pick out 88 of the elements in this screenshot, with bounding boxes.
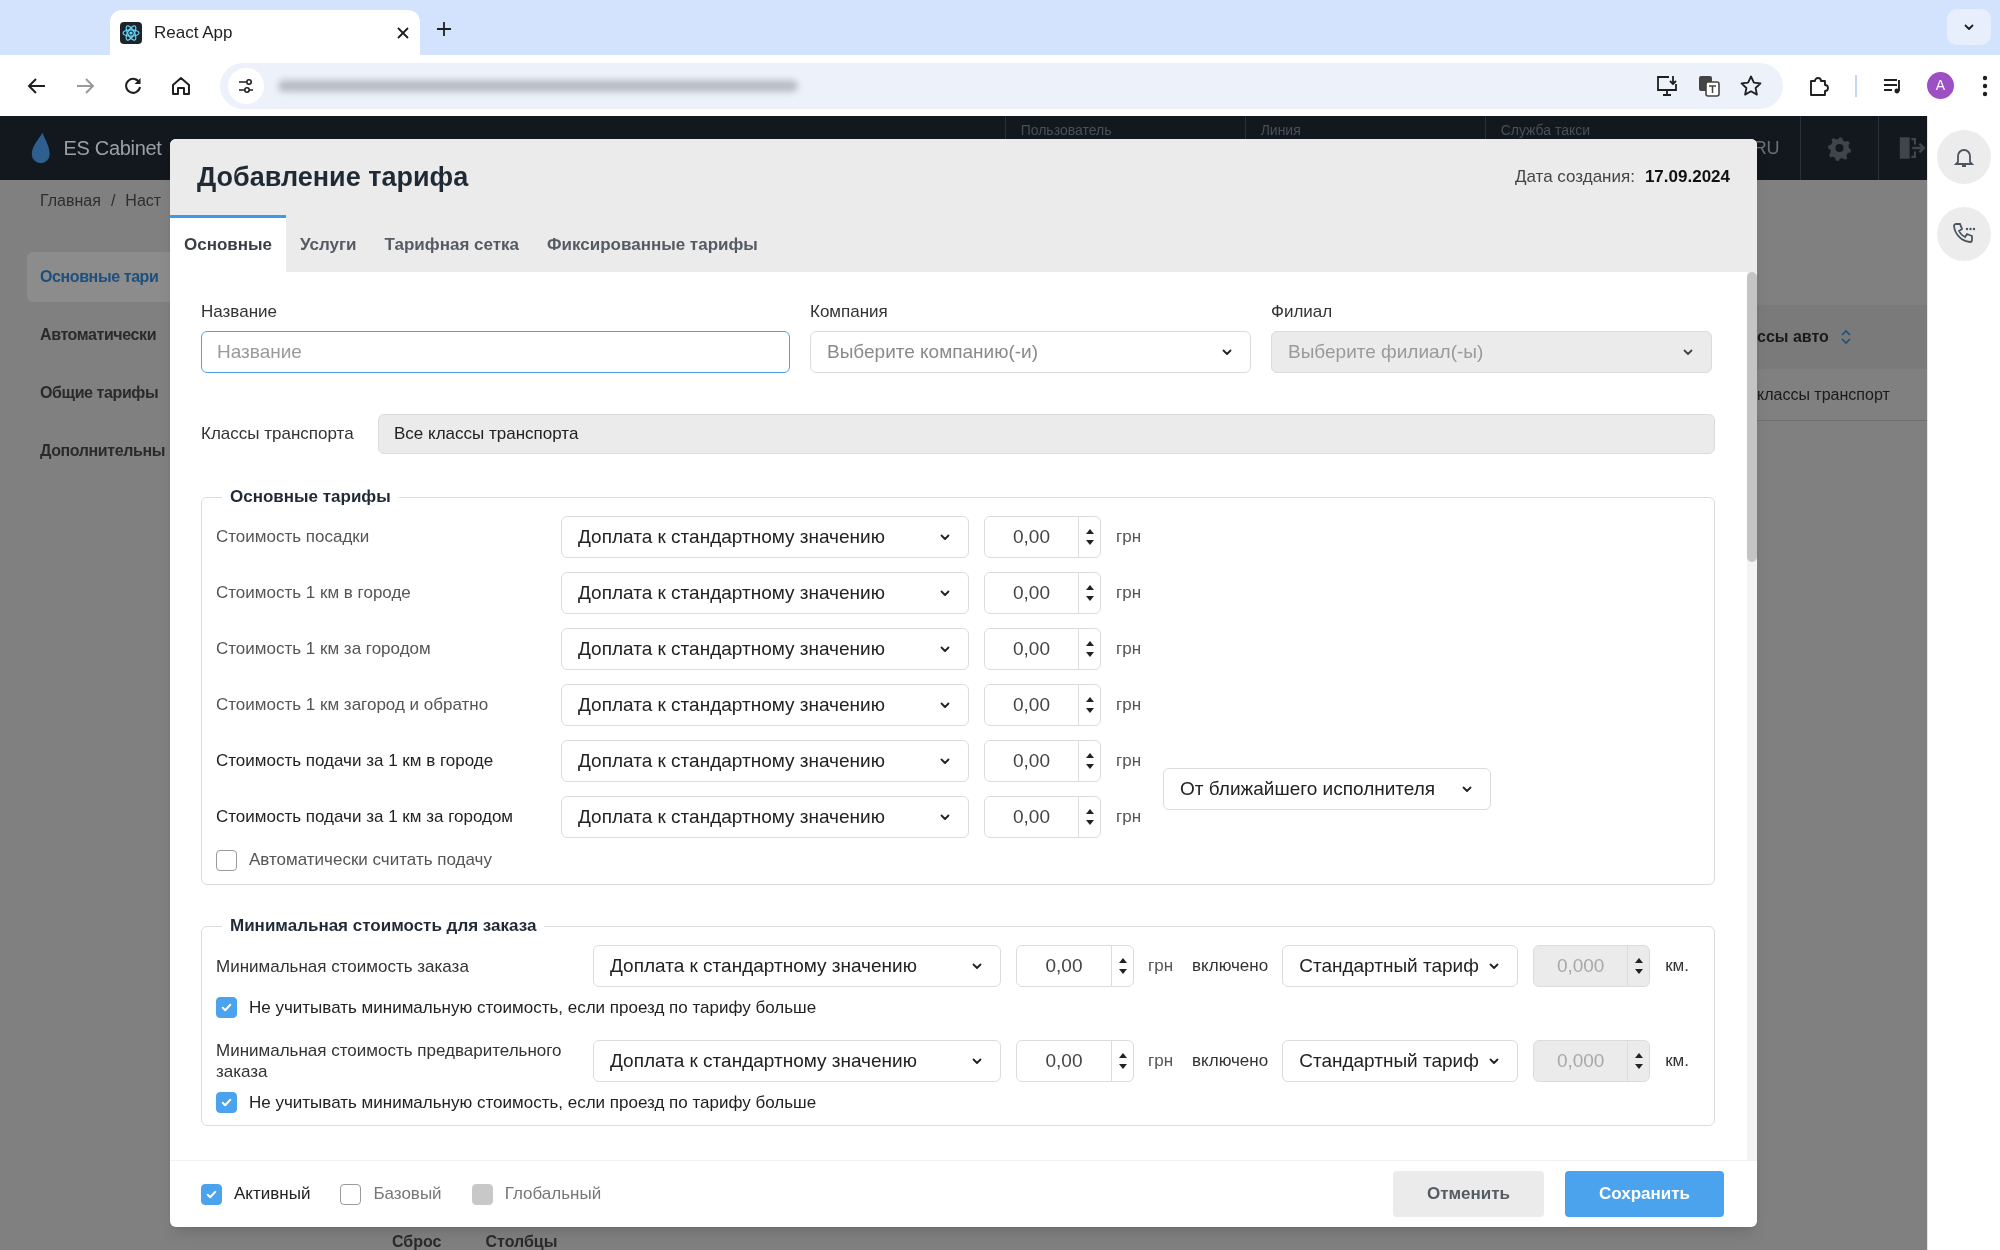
sidebar-item[interactable]: Дополнительны — [27, 426, 170, 476]
table-cell-text: классы транспорт — [1757, 384, 1890, 405]
dropdown[interactable]: Доплата к стандартному значению — [561, 740, 969, 782]
star-icon[interactable] — [1739, 73, 1764, 98]
section-title: Основные тарифы — [229, 486, 392, 508]
tab[interactable]: Фиксированные тарифы — [533, 215, 772, 272]
atom-icon — [120, 21, 142, 44]
transport-class-field[interactable]: Все классы транспорта — [378, 414, 1715, 454]
tab-title: React App — [154, 21, 234, 44]
section-title: Минимальная стоимость для заказа — [229, 915, 538, 937]
unit-label: км. — [1665, 1050, 1690, 1073]
field-label: Компания — [810, 302, 889, 322]
unit-label: грн — [1116, 750, 1142, 773]
created-date-label: Дата создания: — [1514, 166, 1635, 189]
dropdown[interactable]: Стандартный тариф — [1282, 1040, 1519, 1082]
unit-label: грн — [1116, 582, 1142, 605]
cancel-button[interactable]: Отменить — [1393, 1171, 1544, 1217]
plus-icon[interactable] — [435, 20, 453, 38]
scrollbar-thumb[interactable] — [1747, 272, 1757, 562]
unit-label: грн — [1148, 955, 1174, 978]
reset-button[interactable]: Сброс — [370, 1234, 442, 1250]
column-filter-label: Пользователь — [1020, 122, 1112, 138]
phone-icon[interactable] — [1937, 207, 1991, 261]
browser-tab[interactable]: React App — [110, 10, 420, 55]
dropdown[interactable]: Доплата к стандартному значению — [561, 684, 969, 726]
dialog-title: Добавление тарифа — [197, 160, 469, 194]
dropdown[interactable]: Доплата к стандартному значению — [561, 628, 969, 670]
sidebar-item[interactable]: Общие тарифы — [27, 368, 170, 418]
site-settings-icon[interactable] — [227, 67, 264, 104]
row-label: Стоимость подачи за 1 км в городе — [216, 750, 495, 773]
unit-label: грн — [1116, 806, 1142, 829]
checkmark-icon — [220, 1096, 233, 1109]
bell-icon[interactable] — [1937, 130, 1991, 184]
breadcrumb-separator: / — [110, 191, 116, 211]
row-label: Стоимость посадки — [216, 526, 371, 549]
column-header[interactable]: ссы авто — [1757, 325, 1829, 349]
dropdown[interactable]: Доплата к стандартному значению — [593, 945, 1001, 987]
tab[interactable]: Тарифная сетка — [370, 215, 534, 272]
column-filter-label: Служба такси — [1500, 122, 1591, 138]
checkbox[interactable] — [216, 997, 237, 1018]
name-input[interactable]: Название — [201, 331, 790, 373]
unit-label: грн — [1116, 694, 1142, 717]
row-label: Минимальная стоимость заказа — [216, 955, 470, 977]
checkbox-label: Активный — [234, 1183, 311, 1206]
row-label: Стоимость подачи за 1 км за городом — [216, 806, 515, 829]
profile-avatar[interactable]: A — [1927, 72, 1954, 99]
dropdown[interactable]: Доплата к стандартному значению — [593, 1040, 1001, 1082]
created-date: 17.09.2024 — [1644, 166, 1730, 189]
checkbox-label: Глобальный — [504, 1183, 602, 1206]
row-label: Стоимость 1 км в городе — [216, 582, 412, 605]
app-logo-text: ES Cabinet — [63, 136, 162, 161]
tab[interactable]: Услуги — [286, 215, 371, 272]
dropdown[interactable]: Доплата к стандартному значению — [561, 572, 969, 614]
unit-label: км. — [1665, 955, 1690, 978]
checkbox-label: Не учитывать минимальную стоимость, если проезд по тарифу больше — [249, 996, 817, 1019]
field-label: Филиал — [1271, 302, 1334, 322]
more-menu-icon[interactable] — [1982, 74, 1988, 97]
field-label: Классы транспорта — [201, 423, 355, 446]
checkbox-label: Автоматически считать подачу — [249, 849, 492, 872]
unit-label: грн — [1148, 1050, 1174, 1073]
home-icon[interactable] — [169, 74, 192, 97]
dropdown[interactable]: От ближайшего исполнителя — [1163, 768, 1492, 810]
checkbox-label: Не учитывать минимальную стоимость, если проезд по тарифу больше — [249, 1091, 817, 1114]
columns-button[interactable]: Столбцы — [463, 1234, 558, 1250]
close-icon[interactable] — [396, 25, 410, 40]
checkbox[interactable] — [216, 849, 237, 871]
row-label: Минимальная стоимость предварительного заказа — [216, 1040, 563, 1082]
included-label: включено — [1192, 955, 1269, 978]
unit-label: грн — [1116, 638, 1142, 661]
dropdown[interactable]: Доплата к стандартному значению — [561, 516, 969, 558]
dropdown[interactable]: Доплата к стандартному значению — [561, 796, 969, 838]
drop-logo-icon — [30, 130, 52, 166]
tab[interactable]: Основные — [170, 215, 287, 272]
translate-icon[interactable] — [1697, 73, 1722, 98]
sidebar-item[interactable]: Автоматически — [27, 310, 170, 360]
unit-label: грн — [1116, 526, 1142, 549]
included-label: включено — [1192, 1050, 1269, 1073]
checkbox[interactable] — [340, 1183, 362, 1205]
install-icon[interactable] — [1655, 74, 1680, 97]
checkbox[interactable] — [201, 1183, 222, 1205]
checkbox-label: Базовый — [373, 1183, 442, 1206]
checkmark-icon — [220, 1001, 233, 1014]
field-label: Название — [201, 302, 278, 322]
checkbox[interactable] — [216, 1092, 237, 1113]
column-filter-label: Линия — [1260, 122, 1301, 138]
row-label: Стоимость 1 км загород и обратно — [216, 694, 490, 717]
row-label: Стоимость 1 км за городом — [216, 638, 432, 661]
dropdown[interactable]: Стандартный тариф — [1282, 945, 1519, 987]
